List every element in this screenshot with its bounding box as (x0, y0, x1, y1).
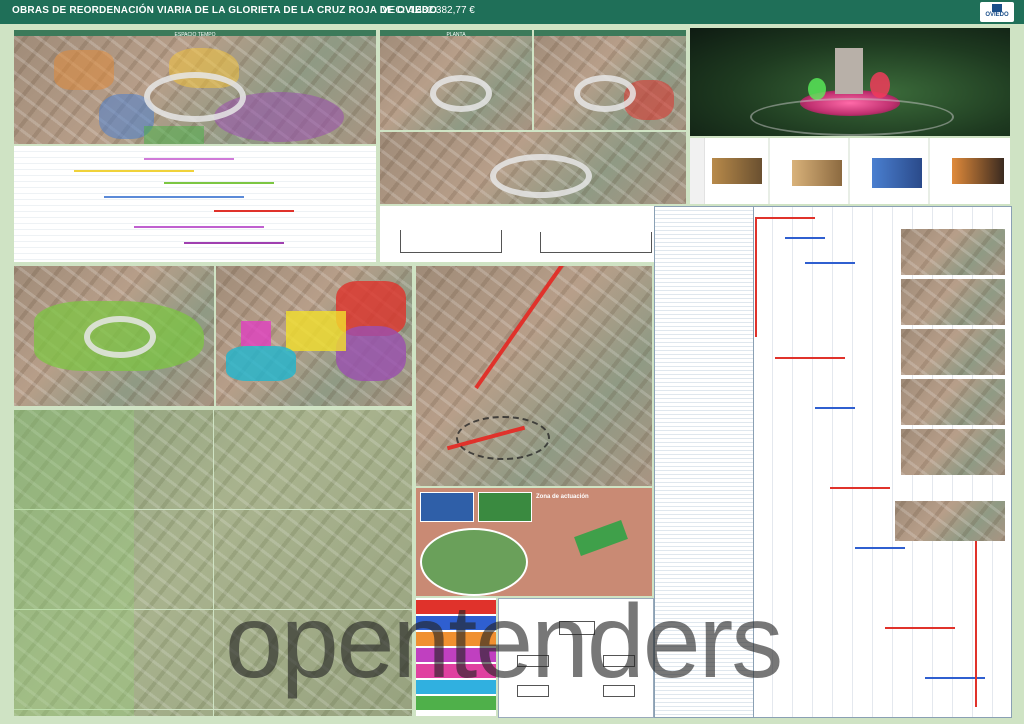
product-card (690, 138, 768, 204)
product-card (850, 138, 928, 204)
card-image (872, 158, 922, 188)
card-image (952, 158, 1004, 184)
table-band (184, 242, 284, 244)
table-band (74, 170, 194, 172)
document-title: OBRAS DE REORDENACIÓN VIARIA DE LA GLORI… (12, 5, 438, 16)
phase-zone-orange (54, 50, 114, 90)
route-plan-map (416, 266, 652, 486)
green-overlay (14, 410, 134, 716)
phase-planning-table (14, 146, 376, 262)
vec-amount: VEC: 4.482.382,77 € (382, 5, 475, 16)
location-maps: Zona de actuación (416, 488, 652, 596)
zones-map-colored (216, 266, 412, 406)
roundabout-outline (490, 154, 592, 198)
phase-thumbnail (901, 279, 1005, 325)
plan-overview (380, 132, 686, 204)
panel-header-strip (534, 30, 686, 36)
roundabout-outline (84, 316, 156, 358)
card-image (712, 158, 762, 184)
product-cards-row (690, 138, 1010, 204)
phase-thumbnail (901, 229, 1005, 275)
fountain-light-green (808, 78, 826, 100)
zone-yellow (286, 311, 346, 351)
roundabout-outline (456, 416, 550, 460)
fountain-sculpture (835, 48, 863, 94)
inset-map-spain (420, 492, 474, 522)
location-label: Zona de actuación (536, 494, 589, 500)
zone-highlight (574, 520, 628, 556)
zone-magenta (241, 321, 271, 346)
gantt-bar (805, 262, 855, 264)
card-image (792, 160, 842, 186)
card-spine (690, 138, 705, 204)
plan-view-1: PLANTA (380, 30, 532, 130)
inset-map-region (478, 492, 532, 522)
gantt-bar (785, 237, 825, 239)
section-left (400, 230, 502, 253)
plan-view-2 (534, 30, 686, 130)
zones-map-green (14, 266, 214, 406)
roundabout-outline (574, 75, 636, 112)
section-right (540, 232, 652, 253)
phase-thumbnail (901, 329, 1005, 375)
roundabout-outline (144, 72, 246, 122)
header-bar: OBRAS DE REORDENACIÓN VIARIA DE LA GLORI… (0, 0, 1024, 24)
logo-text: OVIEDO (985, 12, 1009, 18)
table-rows (14, 146, 376, 262)
table-band (164, 182, 274, 184)
product-card (930, 138, 1010, 204)
gantt-bar (830, 487, 890, 489)
opentenders-watermark: opentenders (225, 584, 783, 700)
gantt-bar (815, 407, 855, 409)
fountain-render-photo (690, 28, 1010, 136)
coat-of-arms-icon (992, 4, 1002, 12)
phases-map-label: ESPACIO TEMPO (174, 32, 216, 38)
route-line (474, 266, 593, 390)
gantt-bar (885, 627, 955, 629)
oviedo-logo: OVIEDO (980, 2, 1014, 22)
product-card (770, 138, 848, 204)
phase-zone-green (144, 126, 204, 144)
gantt-bar (775, 357, 845, 359)
table-band (144, 158, 234, 160)
table-band (104, 196, 244, 198)
gantt-bar (755, 217, 815, 219)
cross-sections (380, 206, 686, 262)
phases-aerial-map: ESPACIO TEMPO (14, 30, 376, 144)
plaza-ring (750, 98, 954, 136)
table-band (134, 226, 264, 228)
zone-purple (336, 326, 406, 381)
zone-cyan (226, 346, 296, 381)
phase-thumbnail (895, 501, 1005, 541)
roundabout-outline (430, 75, 492, 112)
gantt-critical-line (755, 217, 757, 337)
table-band (214, 210, 294, 212)
plan-label: PLANTA (446, 32, 466, 38)
fountain-light-red (870, 72, 890, 98)
phase-thumbnail (901, 429, 1005, 475)
gantt-bar (855, 547, 905, 549)
phase-thumbnail (901, 379, 1005, 425)
